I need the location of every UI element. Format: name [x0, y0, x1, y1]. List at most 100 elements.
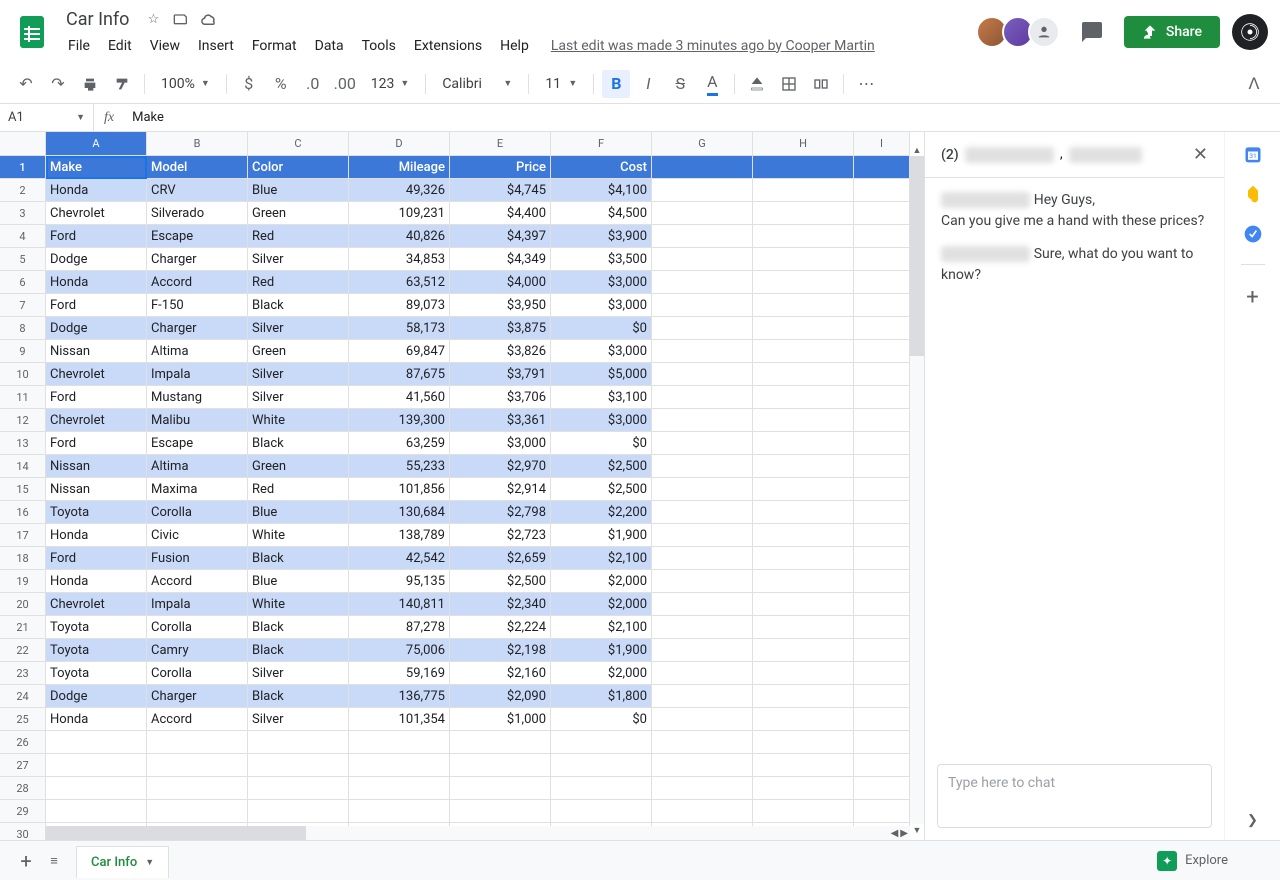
cell[interactable]: $3,100: [551, 386, 652, 409]
cell[interactable]: Make: [46, 156, 147, 179]
row-header[interactable]: 20: [0, 593, 46, 616]
cell[interactable]: [652, 317, 753, 340]
cell[interactable]: Ford: [46, 225, 147, 248]
cell[interactable]: Chevrolet: [46, 593, 147, 616]
cell[interactable]: [652, 639, 753, 662]
cell[interactable]: $4,400: [450, 202, 551, 225]
cell[interactable]: Green: [248, 455, 349, 478]
cell[interactable]: [46, 731, 147, 754]
row-header[interactable]: 10: [0, 363, 46, 386]
cell[interactable]: Blue: [248, 501, 349, 524]
cell[interactable]: $2,200: [551, 501, 652, 524]
cell[interactable]: Dodge: [46, 317, 147, 340]
cell[interactable]: 95,135: [349, 570, 450, 593]
cell[interactable]: $4,000: [450, 271, 551, 294]
cell[interactable]: [753, 754, 854, 777]
row-header[interactable]: 14: [0, 455, 46, 478]
row-header[interactable]: 1: [0, 156, 46, 179]
cell[interactable]: $2,970: [450, 455, 551, 478]
cell[interactable]: Silver: [248, 363, 349, 386]
cell[interactable]: Fusion: [147, 547, 248, 570]
cell[interactable]: Corolla: [147, 616, 248, 639]
row-header[interactable]: 29: [0, 800, 46, 823]
collapse-toolbar-icon[interactable]: ᐱ: [1240, 70, 1268, 98]
cell[interactable]: $3,900: [551, 225, 652, 248]
add-on-icon[interactable]: +: [1246, 285, 1258, 310]
cell[interactable]: [147, 800, 248, 823]
cell[interactable]: Nissan: [46, 478, 147, 501]
cell[interactable]: [753, 570, 854, 593]
cell[interactable]: [652, 501, 753, 524]
cell[interactable]: Malibu: [147, 409, 248, 432]
cell[interactable]: [753, 800, 854, 823]
cell[interactable]: 101,354: [349, 708, 450, 731]
fx-icon[interactable]: fx: [94, 110, 124, 126]
cell[interactable]: 130,684: [349, 501, 450, 524]
cell[interactable]: [753, 432, 854, 455]
cell[interactable]: 139,300: [349, 409, 450, 432]
cell[interactable]: [753, 202, 854, 225]
cell[interactable]: $2,000: [551, 593, 652, 616]
strikethrough-icon[interactable]: S: [666, 70, 694, 98]
cell[interactable]: $3,500: [551, 248, 652, 271]
cell[interactable]: [652, 409, 753, 432]
sheets-logo[interactable]: [12, 12, 52, 52]
row-header[interactable]: 25: [0, 708, 46, 731]
formula-input[interactable]: Make: [124, 110, 1280, 125]
cell[interactable]: $2,090: [450, 685, 551, 708]
cell[interactable]: 109,231: [349, 202, 450, 225]
cell[interactable]: Charger: [147, 248, 248, 271]
cell[interactable]: $3,826: [450, 340, 551, 363]
star-icon[interactable]: ☆: [143, 9, 163, 29]
cell[interactable]: Toyota: [46, 501, 147, 524]
cell[interactable]: [854, 547, 910, 570]
cell[interactable]: 87,278: [349, 616, 450, 639]
cell[interactable]: 63,259: [349, 432, 450, 455]
cell[interactable]: $1,900: [551, 524, 652, 547]
cell[interactable]: Price: [450, 156, 551, 179]
cell[interactable]: 136,775: [349, 685, 450, 708]
cell[interactable]: Black: [248, 432, 349, 455]
zoom-select[interactable]: 100%▼: [153, 72, 218, 96]
doc-title[interactable]: Car Info: [60, 7, 135, 32]
cell[interactable]: $2,100: [551, 547, 652, 570]
cell[interactable]: White: [248, 524, 349, 547]
cell[interactable]: [753, 156, 854, 179]
font-size-select[interactable]: 11▼: [537, 72, 585, 96]
collapse-sidepanel-icon[interactable]: ❯: [1247, 813, 1258, 828]
cell[interactable]: [652, 455, 753, 478]
menu-insert[interactable]: Insert: [190, 34, 242, 58]
cell[interactable]: Charger: [147, 685, 248, 708]
cell[interactable]: [854, 501, 910, 524]
cell[interactable]: $4,500: [551, 202, 652, 225]
cell[interactable]: [551, 800, 652, 823]
cell[interactable]: F-150: [147, 294, 248, 317]
column-header[interactable]: F: [551, 132, 652, 156]
share-button[interactable]: Share: [1124, 16, 1220, 48]
cell[interactable]: [854, 639, 910, 662]
cell[interactable]: Mileage: [349, 156, 450, 179]
cell[interactable]: Silver: [248, 248, 349, 271]
cell[interactable]: [450, 800, 551, 823]
cell[interactable]: $2,198: [450, 639, 551, 662]
cell[interactable]: [753, 708, 854, 731]
decrease-decimal-icon[interactable]: .0: [299, 70, 327, 98]
cell[interactable]: Honda: [46, 179, 147, 202]
cell[interactable]: $4,745: [450, 179, 551, 202]
cell[interactable]: $2,723: [450, 524, 551, 547]
cloud-icon[interactable]: [199, 9, 219, 29]
cell[interactable]: [753, 639, 854, 662]
cell[interactable]: White: [248, 593, 349, 616]
cell[interactable]: Blue: [248, 570, 349, 593]
cell[interactable]: [854, 708, 910, 731]
cell[interactable]: Chevrolet: [46, 363, 147, 386]
cell[interactable]: $3,875: [450, 317, 551, 340]
cell[interactable]: Green: [248, 202, 349, 225]
cell[interactable]: [248, 754, 349, 777]
cell[interactable]: [854, 593, 910, 616]
cell[interactable]: Red: [248, 271, 349, 294]
row-header[interactable]: 5: [0, 248, 46, 271]
cell[interactable]: $1,000: [450, 708, 551, 731]
row-header[interactable]: 19: [0, 570, 46, 593]
comment-history-icon[interactable]: [1072, 12, 1112, 52]
